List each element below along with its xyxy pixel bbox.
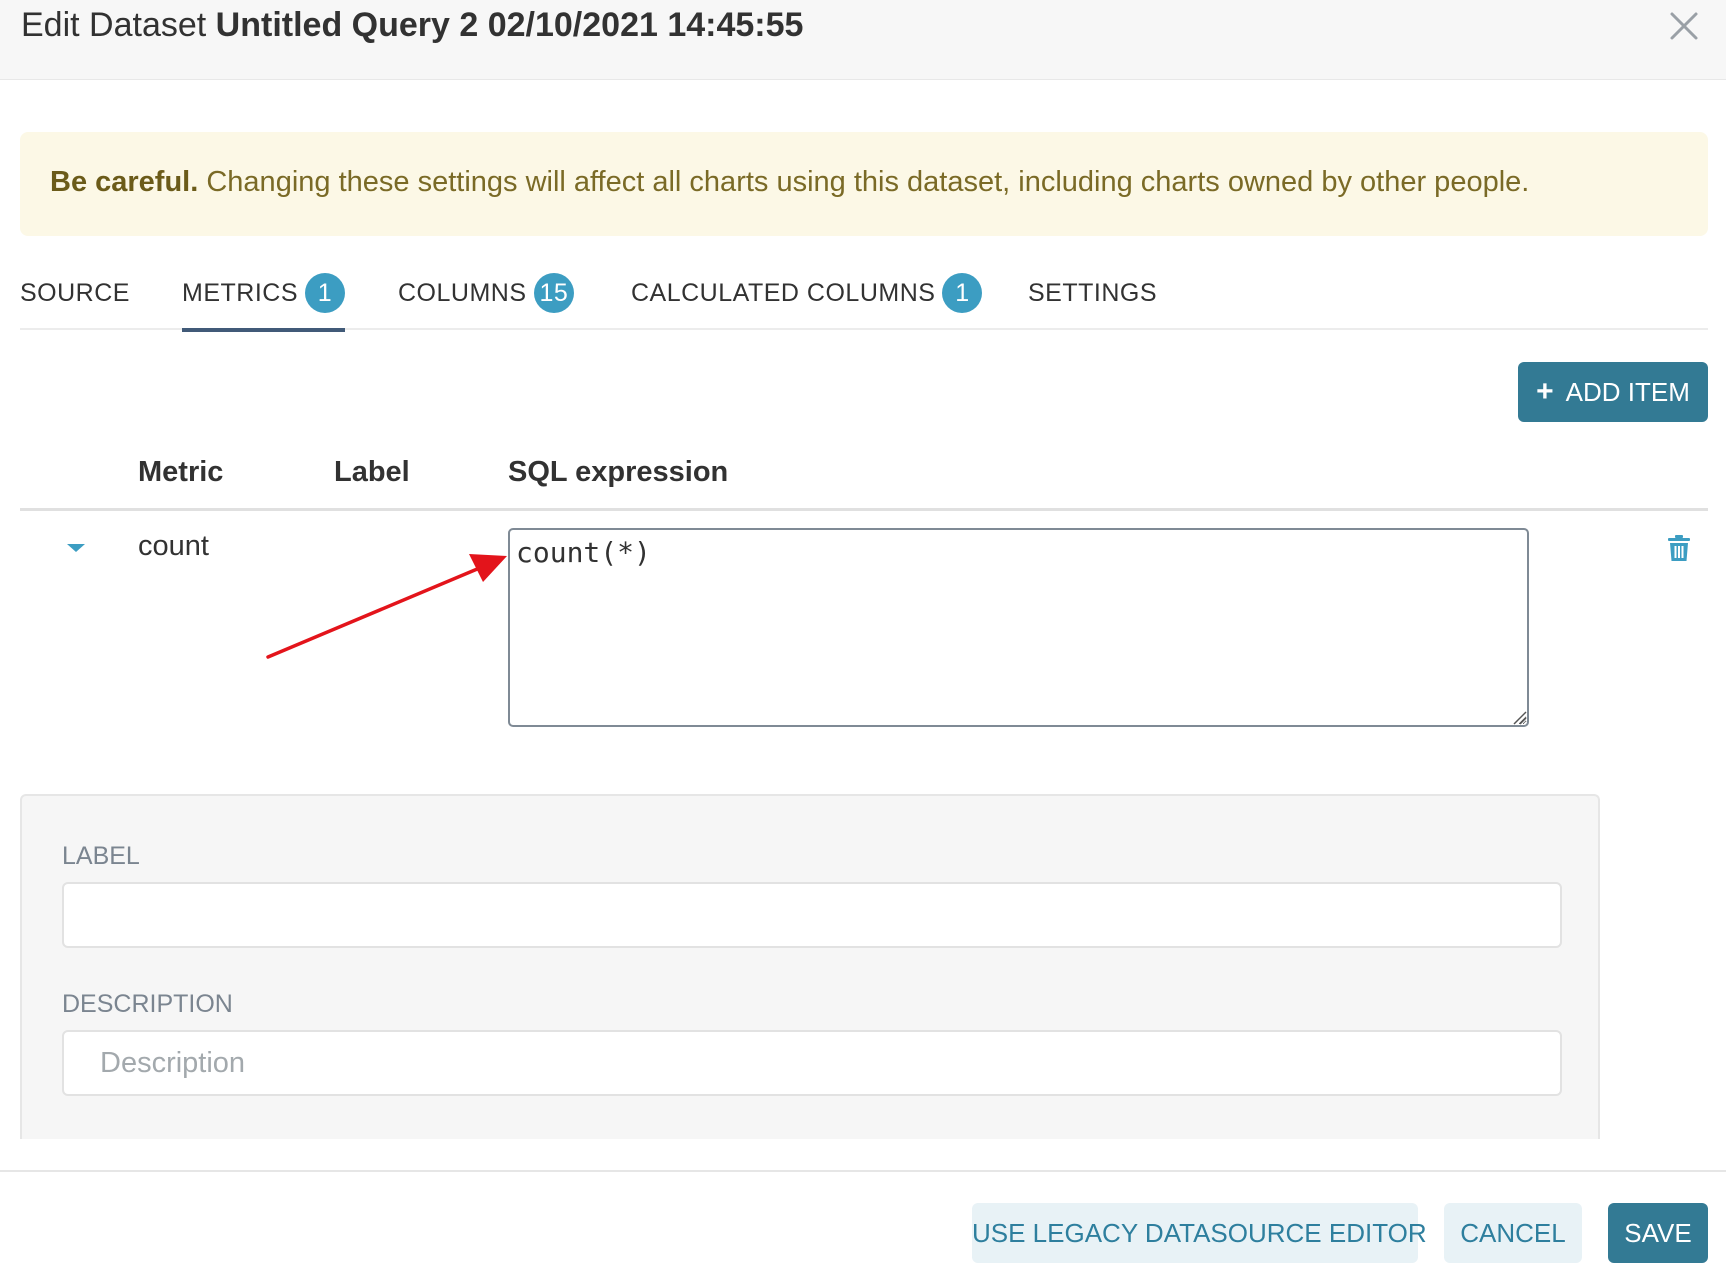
- tab-settings[interactable]: SETTINGS: [1028, 268, 1157, 328]
- plus-icon: +: [1536, 375, 1554, 408]
- close-icon[interactable]: [1666, 8, 1702, 44]
- alert-message: Changing these settings will affect all …: [206, 166, 1530, 198]
- tab-count-badge: 15: [533, 273, 575, 313]
- description-field-label: DESCRIPTION: [62, 990, 233, 1018]
- warning-alert: Be careful. Changing these settings will…: [20, 132, 1708, 236]
- tab-calculated-columns[interactable]: CALCULATED COLUMNS 1: [631, 268, 983, 328]
- modal-title: Edit Dataset Untitled Query 2 02/10/2021…: [21, 6, 803, 45]
- footer-divider: [0, 1170, 1726, 1172]
- tab-label: CALCULATED COLUMNS: [631, 279, 936, 307]
- resize-grip-icon[interactable]: [1511, 709, 1527, 725]
- tab-count-badge: 1: [305, 273, 345, 313]
- column-header-label: Label: [334, 456, 410, 488]
- description-input[interactable]: [62, 1030, 1562, 1096]
- alert-strong: Be careful.: [50, 166, 199, 198]
- tab-bar: SOURCE METRICS 1 COLUMNS 15 CALCULATED C…: [20, 260, 1708, 332]
- column-header-sql-expression: SQL expression: [508, 456, 729, 488]
- add-item-label: ADD ITEM: [1565, 377, 1690, 407]
- tab-source[interactable]: SOURCE: [20, 268, 130, 328]
- metric-details-panel: LABEL DESCRIPTION: [20, 794, 1600, 1139]
- tab-count-badge: 1: [942, 273, 983, 313]
- save-button[interactable]: SAVE: [1608, 1203, 1708, 1263]
- modal-header: Edit Dataset Untitled Query 2 02/10/2021…: [0, 0, 1726, 80]
- tab-columns[interactable]: COLUMNS 15: [398, 268, 575, 328]
- title-prefix: Edit Dataset: [21, 6, 207, 44]
- tab-metrics[interactable]: METRICS 1: [182, 268, 345, 332]
- tab-label: SETTINGS: [1028, 279, 1158, 307]
- dataset-name: Untitled Query 2 02/10/2021 14:45:55: [215, 6, 804, 44]
- tab-label: COLUMNS: [398, 279, 527, 307]
- trash-icon[interactable]: [1667, 534, 1691, 562]
- sql-expression-editor[interactable]: count(*): [508, 528, 1529, 727]
- caret-down-icon[interactable]: [64, 536, 88, 560]
- column-header-metric: Metric: [138, 456, 224, 488]
- use-legacy-editor-button[interactable]: USE LEGACY DATASOURCE EDITOR: [972, 1203, 1427, 1263]
- cancel-button[interactable]: CANCEL: [1444, 1203, 1582, 1263]
- table-header-divider: [20, 508, 1708, 511]
- metric-name-cell[interactable]: count: [138, 530, 209, 563]
- tab-label: METRICS: [182, 279, 298, 307]
- label-field-label: LABEL: [62, 842, 140, 870]
- annotation-arrow-icon: [266, 554, 507, 659]
- edit-dataset-modal: Edit Dataset Untitled Query 2 02/10/2021…: [0, 0, 1726, 1286]
- add-item-button[interactable]: + ADD ITEM: [1518, 362, 1708, 422]
- alert-text: Be careful. Changing these settings will…: [50, 166, 1529, 199]
- label-input[interactable]: [62, 882, 1562, 948]
- tab-label: SOURCE: [20, 279, 130, 307]
